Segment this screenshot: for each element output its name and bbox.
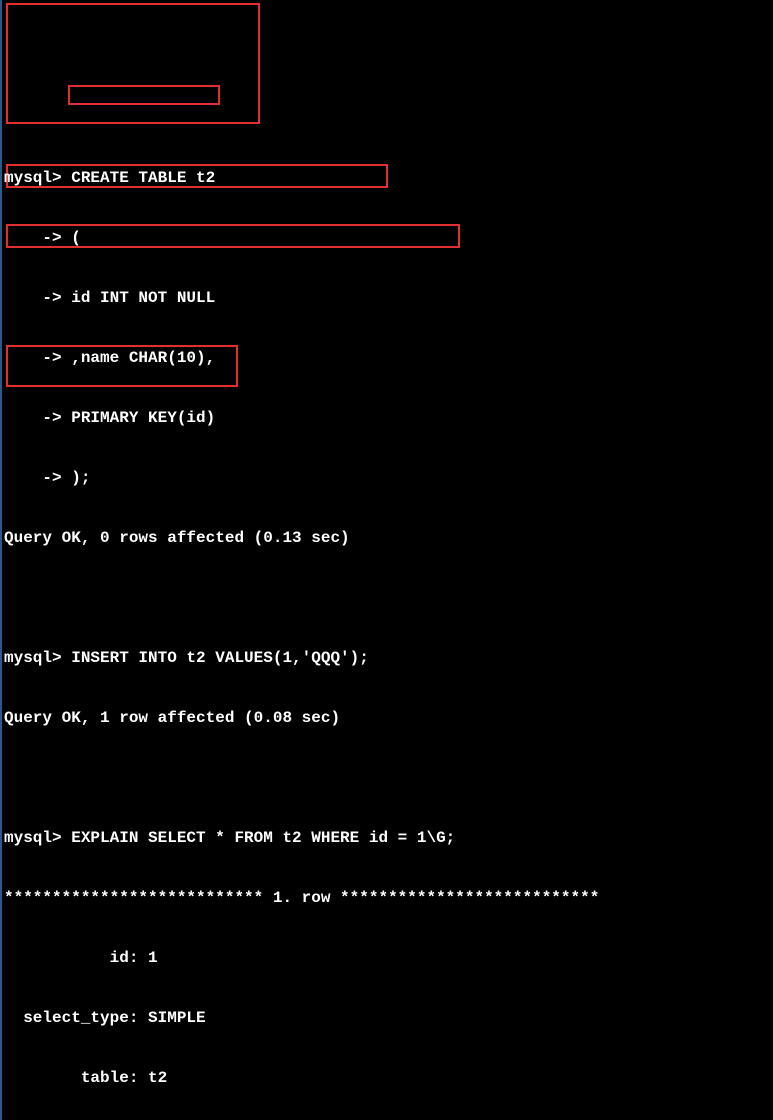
terminal-line: -> ( [4, 228, 771, 248]
terminal-line [4, 768, 771, 788]
terminal-line: mysql> CREATE TABLE t2 [4, 168, 771, 188]
highlight-create-table [6, 3, 260, 124]
terminal-line [4, 588, 771, 608]
terminal-line: -> id INT NOT NULL [4, 288, 771, 308]
terminal-line: table: t2 [4, 1068, 771, 1088]
terminal-line: Query OK, 0 rows affected (0.13 sec) [4, 528, 771, 548]
terminal-line: select_type: SIMPLE [4, 1008, 771, 1028]
terminal-line: *************************** 1. row *****… [4, 888, 771, 908]
terminal-line: -> PRIMARY KEY(id) [4, 408, 771, 428]
terminal-line: Query OK, 1 row affected (0.08 sec) [4, 708, 771, 728]
terminal-line: -> ,name CHAR(10), [4, 348, 771, 368]
highlight-primary-key [68, 85, 220, 105]
terminal-line: mysql> INSERT INTO t2 VALUES(1,'QQQ'); [4, 648, 771, 668]
terminal-line: id: 1 [4, 948, 771, 968]
terminal-output: mysql> CREATE TABLE t2 -> ( -> id INT NO… [0, 0, 773, 1120]
terminal-line: -> ); [4, 468, 771, 488]
terminal-line: mysql> EXPLAIN SELECT * FROM t2 WHERE id… [4, 828, 771, 848]
